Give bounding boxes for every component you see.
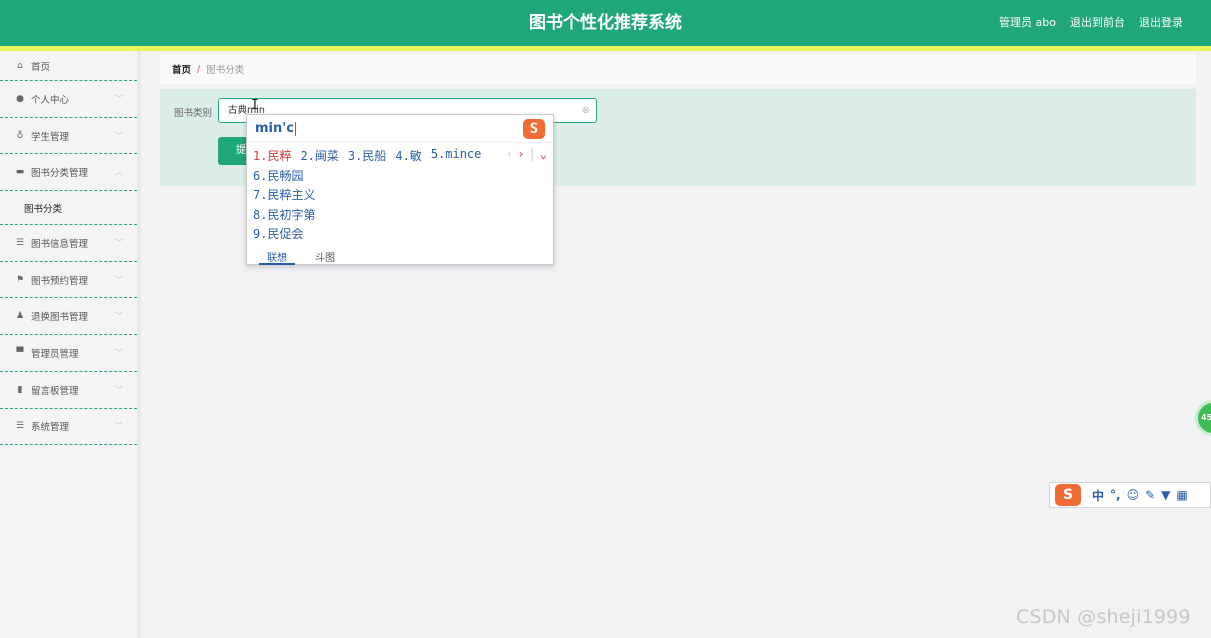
ime-candidate[interactable]: 3.民船 [348, 147, 386, 164]
sidebar-item-label: 图书预约管理 [31, 275, 89, 287]
book-icon: ▬ [15, 167, 25, 178]
sidebar-item-label: 学生管理 [31, 131, 70, 143]
chinese-mode-icon[interactable]: 中 [1092, 487, 1104, 504]
sidebar-item-home[interactable]: ⌂ 首页 [0, 51, 137, 81]
admin-label[interactable]: 管理员 abo [999, 0, 1056, 46]
grid-icon[interactable]: ▦ [1176, 488, 1187, 502]
ime-candidate[interactable]: 6.民畅园 [253, 167, 315, 186]
chevron-down-icon: ﹀ [115, 348, 123, 358]
header-links: 管理员 abo 退出到前台 退出登录 [999, 0, 1183, 46]
floating-badge[interactable]: 45 [1195, 400, 1211, 436]
sidebar-item-label: 管理员管理 [31, 348, 79, 360]
emoji-icon[interactable]: ☺ [1127, 488, 1140, 502]
ime-composition: min'c [255, 121, 296, 136]
chevron-down-icon: ﹀ [115, 94, 123, 104]
chevron-down-icon: ﹀ [115, 275, 123, 285]
ime-candidate[interactable]: 4.敏 [395, 147, 421, 164]
sidebar-item-message-board[interactable]: ▮ 留言板管理 ﹀ [0, 372, 137, 409]
breadcrumb-separator: / [197, 63, 201, 75]
sogou-logo-icon[interactable]: S [1055, 484, 1081, 506]
ime-pager: ‹ › | ⌄ [506, 147, 547, 161]
category-field-label: 图书类别 [174, 108, 213, 119]
sidebar-item-admin-mgmt[interactable]: ▀ 管理员管理 ﹀ [0, 335, 137, 372]
sidebar-item-book-reservation[interactable]: ⚑ 图书预约管理 ﹀ [0, 262, 137, 299]
flag-icon: ⚑ [15, 274, 25, 285]
breadcrumb-home[interactable]: 首页 [172, 62, 191, 76]
sidebar: ⌂ 首页 ● 个人中心 ﹀ ♁ 学生管理 ﹀ ▬ 图书分类管理 ︿ 图书分类 ☰… [0, 51, 141, 638]
ime-candidate-popup: min'c S 1.民粹 2.闽菜 3.民船 4.敏 5.mince ‹ › |… [246, 114, 554, 265]
chevron-down-icon[interactable]: ⌄ [540, 147, 547, 161]
ime-candidate[interactable]: 7.民粹主义 [253, 186, 315, 205]
chevron-left-icon[interactable]: ‹ [506, 147, 513, 161]
mic-icon: ♁ [16, 130, 24, 141]
sidebar-item-book-return[interactable]: ♟ 退换图书管理 ﹀ [0, 298, 137, 336]
back-to-front-link[interactable]: 退出到前台 [1070, 0, 1125, 46]
sidebar-item-label: 图书分类管理 [31, 168, 89, 180]
ime-tab-association[interactable]: 联想 [259, 247, 295, 265]
user-icon: ● [16, 93, 24, 104]
ime-candidate-list: 6.民畅园 7.民粹主义 8.民初字第 9.民促会 [253, 167, 315, 244]
sidebar-item-label: 首页 [31, 61, 51, 73]
sidebar-item-label: 个人中心 [31, 94, 70, 106]
sidebar-item-profile[interactable]: ● 个人中心 ﹀ [0, 81, 137, 118]
header-accent-line [0, 46, 1211, 51]
bar-chart-icon: ▮ [17, 384, 23, 395]
chevron-down-icon: ﹀ [115, 131, 123, 141]
ime-toolbar: S 中 °, ☺ ✎ ▼ ▦ [1049, 482, 1211, 508]
chevron-right-icon[interactable]: › [517, 147, 524, 161]
sidebar-item-students[interactable]: ♁ 学生管理 ﹀ [0, 118, 137, 155]
watermark: CSDN @sheji1999 [1016, 606, 1191, 628]
logout-link[interactable]: 退出登录 [1139, 0, 1183, 46]
ime-tab-sticker[interactable]: 斗图 [315, 247, 335, 265]
chevron-up-icon: ︿ [115, 167, 123, 177]
sidebar-subitem-book-category[interactable]: 图书分类 [0, 191, 137, 226]
ime-candidate-row: 1.民粹 2.闽菜 3.民船 4.敏 5.mince [253, 147, 481, 164]
sidebar-item-label: 留言板管理 [31, 385, 79, 397]
breadcrumb: 首页 / 图书分类 [160, 54, 1196, 84]
ime-candidate[interactable]: 2.闽菜 [300, 147, 338, 164]
chevron-down-icon: ﹀ [115, 238, 123, 248]
sidebar-item-label: 退换图书管理 [31, 312, 89, 324]
ime-tabs: 联想 斗图 [247, 247, 553, 265]
sidebar-item-label: 系统管理 [31, 422, 70, 434]
pen-icon[interactable]: ✎ [1145, 488, 1155, 502]
chevron-down-icon: ﹀ [115, 385, 123, 395]
sidebar-item-system[interactable]: ☰ 系统管理 ﹀ [0, 409, 137, 446]
monitor-icon: ▀ [16, 347, 24, 358]
punctuation-icon[interactable]: °, [1110, 488, 1121, 502]
sidebar-item-book-info[interactable]: ☰ 图书信息管理 ﹀ [0, 225, 137, 262]
ime-candidate[interactable]: 8.民初字第 [253, 206, 315, 225]
sogou-logo-icon: S [523, 119, 545, 139]
menu-icon: ☰ [15, 421, 25, 432]
sidebar-item-label: 图书分类 [24, 203, 63, 215]
sidebar-item-book-category-mgmt[interactable]: ▬ 图书分类管理 ︿ [0, 154, 137, 192]
list-icon: ☰ [15, 237, 25, 248]
home-icon: ⌂ [17, 60, 23, 71]
person-icon: ♟ [15, 311, 25, 322]
chevron-down-icon: ﹀ [115, 421, 123, 431]
ime-candidate[interactable]: 9.民促会 [253, 225, 315, 244]
ime-candidate[interactable]: 5.mince [431, 147, 482, 164]
ime-candidate[interactable]: 1.民粹 [253, 147, 291, 164]
sidebar-item-label: 图书信息管理 [31, 238, 89, 250]
chevron-down-icon: ﹀ [115, 311, 123, 321]
text-cursor-icon: I [251, 98, 259, 113]
breadcrumb-current: 图书分类 [206, 65, 245, 76]
clear-icon[interactable]: ⊗ [582, 99, 590, 122]
mic-icon[interactable]: ▼ [1161, 488, 1170, 502]
